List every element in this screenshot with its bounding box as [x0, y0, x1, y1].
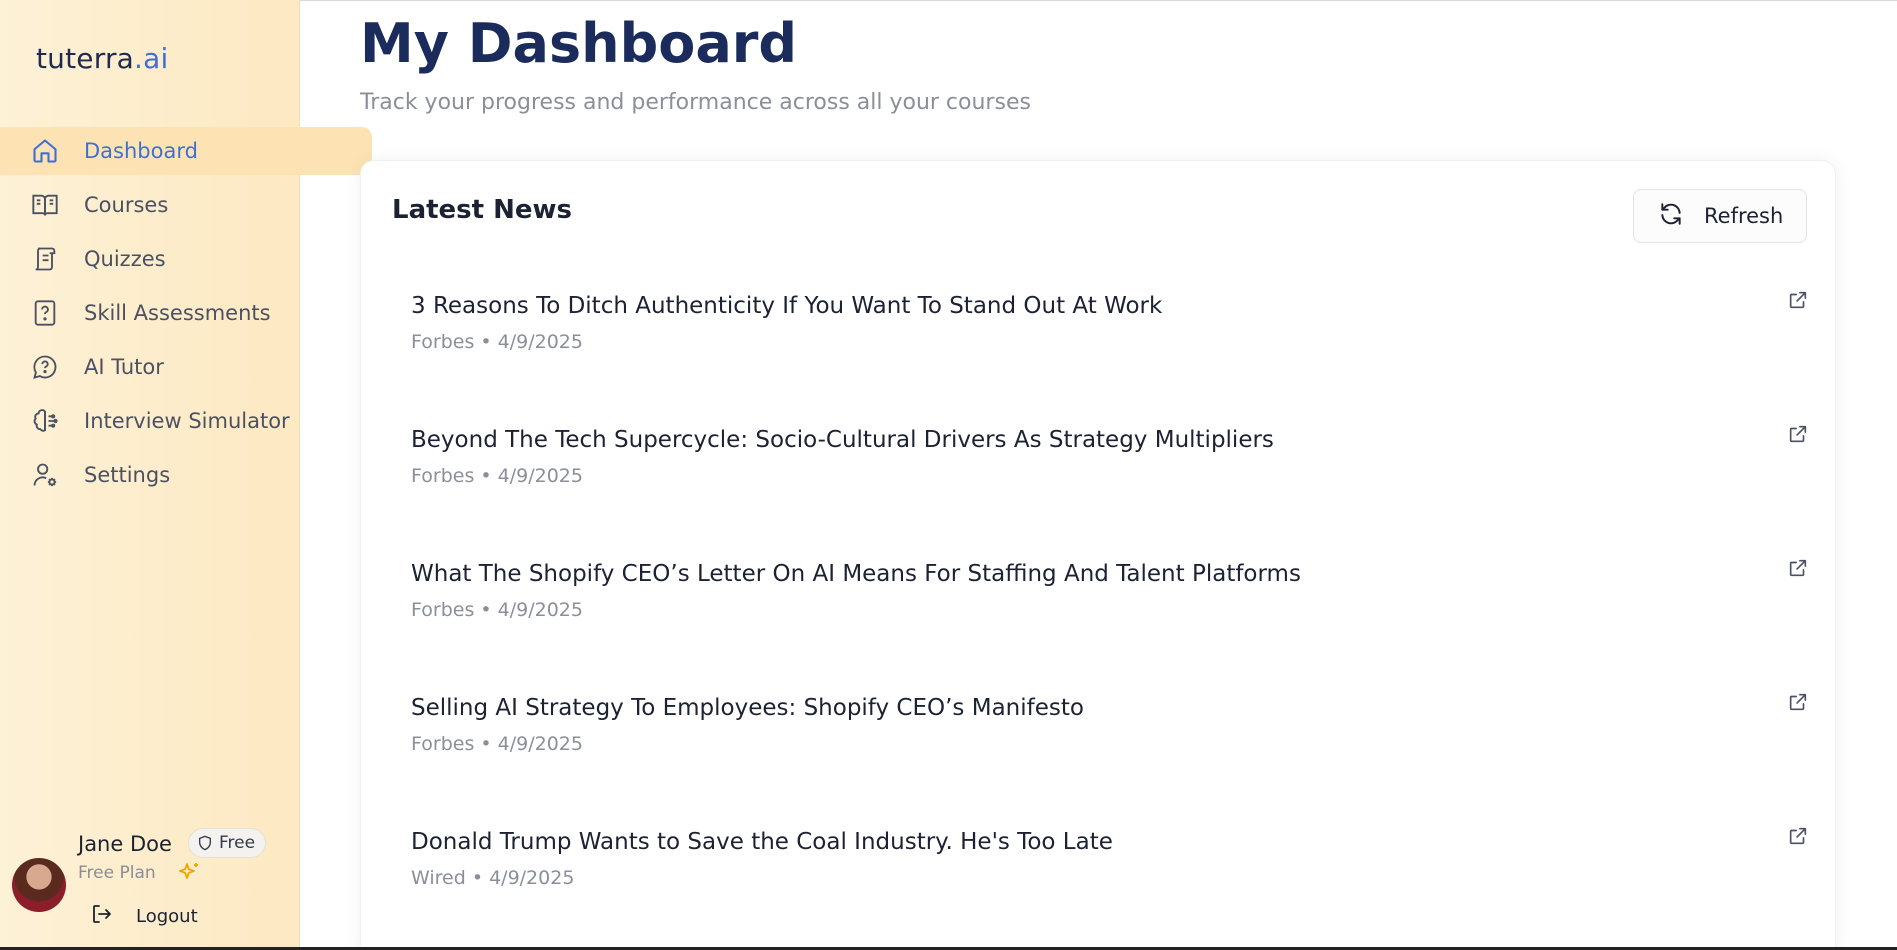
brain-icon — [30, 406, 60, 436]
news-item-title[interactable]: What The Shopify CEO’s Letter On AI Mean… — [411, 559, 1811, 589]
user-name: Jane Doe — [78, 832, 172, 856]
news-item-title[interactable]: Selling AI Strategy To Employees: Shopif… — [411, 693, 1811, 723]
news-card: Latest News Refresh 3 Reasons To Ditch A… — [360, 160, 1836, 950]
book-open-icon — [30, 190, 60, 220]
refresh-icon — [1658, 201, 1684, 232]
page-title: My Dashboard — [360, 12, 798, 75]
refresh-button[interactable]: Refresh — [1633, 189, 1807, 243]
help-chat-icon — [30, 352, 60, 382]
news-item[interactable]: 3 Reasons To Ditch Authenticity If You W… — [411, 291, 1811, 425]
sidebar-item-interview-simulator[interactable]: Interview Simulator — [0, 397, 372, 445]
news-item-title[interactable]: 3 Reasons To Ditch Authenticity If You W… — [411, 291, 1811, 321]
plan-badge: Free — [188, 828, 267, 858]
news-item[interactable]: Donald Trump Wants to Save the Coal Indu… — [411, 827, 1811, 950]
sidebar-nav: Dashboard Courses Quizzes Skill Assessme… — [0, 127, 372, 505]
avatar[interactable] — [12, 858, 66, 912]
news-item-meta: Forbes • 4/9/2025 — [411, 331, 583, 353]
sidebar-item-label: Skill Assessments — [84, 301, 271, 325]
sidebar-item-courses[interactable]: Courses — [0, 181, 372, 229]
news-item-title[interactable]: Donald Trump Wants to Save the Coal Indu… — [411, 827, 1811, 857]
plan-label: Free Plan — [78, 863, 156, 883]
question-file-icon — [30, 298, 60, 328]
logout-label: Logout — [136, 906, 198, 927]
logout-icon — [90, 902, 114, 931]
external-link-icon[interactable] — [1785, 689, 1811, 715]
sidebar-item-label: Dashboard — [84, 139, 198, 163]
sidebar-item-dashboard[interactable]: Dashboard — [0, 127, 372, 175]
external-link-icon[interactable] — [1785, 823, 1811, 849]
sidebar-item-quizzes[interactable]: Quizzes — [0, 235, 372, 283]
sidebar-item-label: Quizzes — [84, 247, 166, 271]
badge-label: Free — [219, 833, 256, 853]
top-divider — [300, 0, 1897, 1]
refresh-label: Refresh — [1704, 204, 1784, 228]
external-link-icon[interactable] — [1785, 287, 1811, 313]
sidebar-item-ai-tutor[interactable]: AI Tutor — [0, 343, 372, 391]
news-item-meta: Forbes • 4/9/2025 — [411, 733, 583, 755]
scroll-icon — [30, 244, 60, 274]
sidebar-item-skill-assessments[interactable]: Skill Assessments — [0, 289, 372, 337]
sidebar-item-label: AI Tutor — [84, 355, 164, 379]
sidebar-item-label: Courses — [84, 193, 169, 217]
news-item-meta: Wired • 4/9/2025 — [411, 867, 575, 889]
news-item[interactable]: Beyond The Tech Supercycle: Socio-Cultur… — [411, 425, 1811, 559]
news-item[interactable]: Selling AI Strategy To Employees: Shopif… — [411, 693, 1811, 827]
external-link-icon[interactable] — [1785, 555, 1811, 581]
news-item-meta: Forbes • 4/9/2025 — [411, 599, 583, 621]
app: tuterra.ai Dashboard Courses Quizzes Ski… — [0, 0, 1897, 950]
sidebar-item-settings[interactable]: Settings — [0, 451, 372, 499]
logo-text: tuterra — [36, 42, 135, 75]
user-panel: Jane Doe Free Free Plan Logout — [12, 828, 292, 938]
sidebar-item-label: Settings — [84, 463, 171, 487]
logo[interactable]: tuterra.ai — [36, 42, 168, 75]
news-item-title[interactable]: Beyond The Tech Supercycle: Socio-Cultur… — [411, 425, 1811, 455]
news-list: 3 Reasons To Ditch Authenticity If You W… — [411, 291, 1811, 950]
sidebar-item-label: Interview Simulator — [84, 409, 290, 433]
page-subtitle: Track your progress and performance acro… — [360, 90, 1031, 115]
news-title: Latest News — [392, 195, 573, 225]
user-gear-icon — [30, 460, 60, 490]
sidebar: tuterra.ai Dashboard Courses Quizzes Ski… — [0, 0, 372, 950]
news-item[interactable]: What The Shopify CEO’s Letter On AI Mean… — [411, 559, 1811, 693]
news-item-meta: Forbes • 4/9/2025 — [411, 465, 583, 487]
home-icon — [30, 136, 60, 166]
shield-icon — [197, 835, 213, 851]
logo-accent: .ai — [134, 42, 169, 75]
external-link-icon[interactable] — [1785, 421, 1811, 447]
logout-button[interactable]: Logout — [90, 902, 198, 931]
sparkle-icon[interactable] — [177, 860, 201, 884]
